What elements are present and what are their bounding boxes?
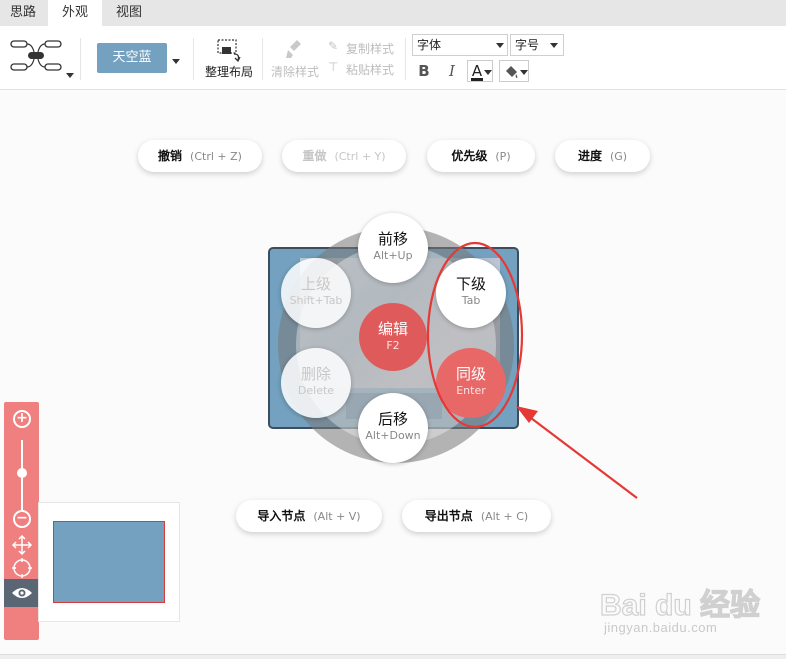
move-forward-button[interactable]: 前移 Alt+Up (358, 213, 428, 283)
eye-icon (12, 588, 32, 598)
structure-icon[interactable] (10, 38, 62, 74)
undo-hint[interactable]: 撤销 (Ctrl + Z) (138, 140, 262, 172)
sibling-topic-button[interactable]: 同级 Enter (436, 348, 506, 418)
svg-text:Bai du 经验: Bai du 经验 (600, 588, 760, 622)
radial-label: 后移 (377, 410, 408, 428)
bold-button[interactable]: B (415, 61, 433, 81)
child-topic-button[interactable]: 下级 Tab (436, 258, 506, 328)
hint-key: 导出节点 (424, 509, 473, 523)
hint-shortcut: (G) (609, 150, 628, 163)
parent-topic-button[interactable]: 上级 Shift+Tab (281, 258, 351, 328)
tab-appearance[interactable]: 外观 (48, 0, 102, 26)
paste-style-button[interactable]: 粘贴样式 (346, 61, 394, 78)
radial-label: 编辑 (377, 320, 408, 338)
tab-view[interactable]: 视图 (104, 0, 154, 26)
structure-dropdown-icon[interactable] (66, 73, 74, 78)
import-node-hint[interactable]: 导入节点 (Alt + V) (236, 500, 382, 532)
radial-label: 删除 (300, 365, 331, 383)
locate-root-icon[interactable] (12, 558, 32, 578)
radial-label: 上级 (300, 275, 331, 293)
radial-label: 同级 (455, 365, 486, 383)
delete-topic-button[interactable]: 删除 Delete (281, 348, 351, 418)
status-bar (0, 654, 786, 659)
brush-icon (286, 40, 301, 58)
paste-style-icon: ⊤ (328, 60, 339, 74)
radial-shortcut: F2 (386, 339, 400, 352)
move-backward-button[interactable]: 后移 Alt+Down (358, 393, 428, 463)
hint-shortcut: (Ctrl + Y) (334, 150, 386, 163)
tab-idea[interactable]: 思路 (0, 0, 46, 26)
font-size-chevron-icon (550, 43, 558, 48)
hint-key: 重做 (302, 149, 327, 163)
radial-shortcut: Alt+Up (373, 249, 413, 262)
font-family-chevron-icon (496, 43, 504, 48)
layout-button[interactable]: 整理布局 (205, 63, 253, 80)
radial-shortcut: Alt+Down (365, 429, 421, 442)
radial-shortcut: Enter (456, 384, 486, 397)
background-color-button[interactable] (499, 60, 529, 82)
zoom-out-icon[interactable]: − (13, 510, 31, 528)
watermark-url: jingyan.baidu.com (604, 620, 718, 635)
redo-hint[interactable]: 重做 (Ctrl + Y) (282, 140, 406, 172)
hint-shortcut: (Ctrl + Z) (190, 150, 242, 163)
clear-style-button[interactable]: 清除样式 (271, 63, 319, 80)
font-color-button[interactable]: A (467, 60, 493, 82)
theme-dropdown-icon[interactable] (172, 59, 180, 64)
hint-shortcut: (Alt + C) (480, 510, 529, 523)
zoom-toolbar: + − (4, 402, 39, 640)
italic-button[interactable]: I (443, 61, 461, 81)
progress-hint[interactable]: 进度 (G) (555, 140, 650, 172)
zoom-slider-handle[interactable] (17, 468, 27, 478)
hint-shortcut: (P) (495, 150, 511, 163)
font-family-value: 字体 (417, 38, 442, 52)
toggle-minimap-button[interactable] (4, 579, 39, 607)
hint-key: 撤销 (158, 149, 183, 163)
priority-hint[interactable]: 优先级 (P) (427, 140, 535, 172)
export-node-hint[interactable]: 导出节点 (Alt + C) (402, 500, 551, 532)
radial-shortcut: Delete (297, 384, 335, 397)
radial-shortcut: Tab (461, 294, 481, 307)
toolbar: 天空蓝 整理布局 清除样式 ✎ 复制样式 ⊤ 粘贴样式 字体 字号 B I A (0, 26, 786, 90)
layout-icon[interactable] (216, 38, 242, 62)
radial-shortcut: Shift+Tab (289, 294, 343, 307)
theme-button[interactable]: 天空蓝 (97, 43, 167, 73)
hint-key: 优先级 (451, 149, 488, 163)
font-size-value: 字号 (515, 38, 540, 52)
hint-key: 进度 (577, 149, 602, 163)
copy-style-icon: ✎ (328, 39, 339, 53)
font-family-select[interactable]: 字体 (412, 34, 508, 56)
paint-bucket-icon (506, 66, 518, 78)
minimap-viewport[interactable] (53, 521, 165, 603)
hint-key: 导入节点 (257, 509, 306, 523)
tab-bar: 思路 外观 视图 (0, 0, 786, 26)
radial-label: 前移 (377, 230, 408, 248)
zoom-in-icon[interactable]: + (13, 410, 31, 428)
edit-topic-button[interactable]: 编辑 F2 (359, 303, 427, 371)
hint-shortcut: (Alt + V) (313, 510, 361, 523)
move-canvas-icon[interactable] (12, 535, 32, 555)
copy-style-button[interactable]: 复制样式 (346, 40, 394, 57)
radial-label: 下级 (455, 275, 486, 293)
